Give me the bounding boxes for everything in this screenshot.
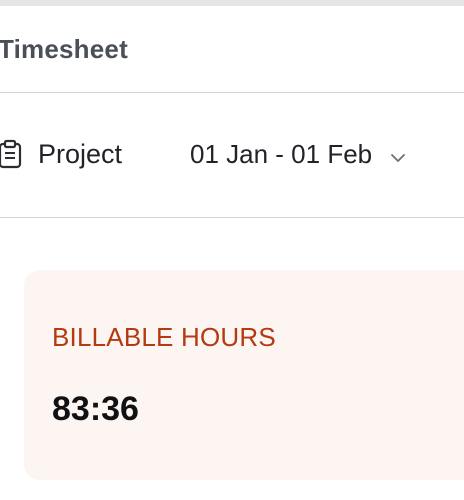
billable-hours-label: BILLABLE HOURS xyxy=(52,322,276,352)
date-range-label: 01 Jan - 01 Feb xyxy=(190,138,373,169)
chevron-down-icon xyxy=(390,151,406,163)
billable-hours-value: 83:36 xyxy=(52,390,139,428)
page-title: Timesheet xyxy=(0,34,128,64)
clipboard-icon xyxy=(0,139,22,169)
project-label: Project xyxy=(38,138,123,169)
date-range-dropdown[interactable]: 01 Jan - 01 Feb xyxy=(190,138,406,170)
page-header: Timesheet xyxy=(0,6,464,93)
filter-toolbar: Project 01 Jan - 01 Feb xyxy=(0,94,464,218)
project-selector[interactable]: Project xyxy=(0,138,122,170)
billable-hours-card: BILLABLE HOURS 83:36 xyxy=(24,270,464,480)
